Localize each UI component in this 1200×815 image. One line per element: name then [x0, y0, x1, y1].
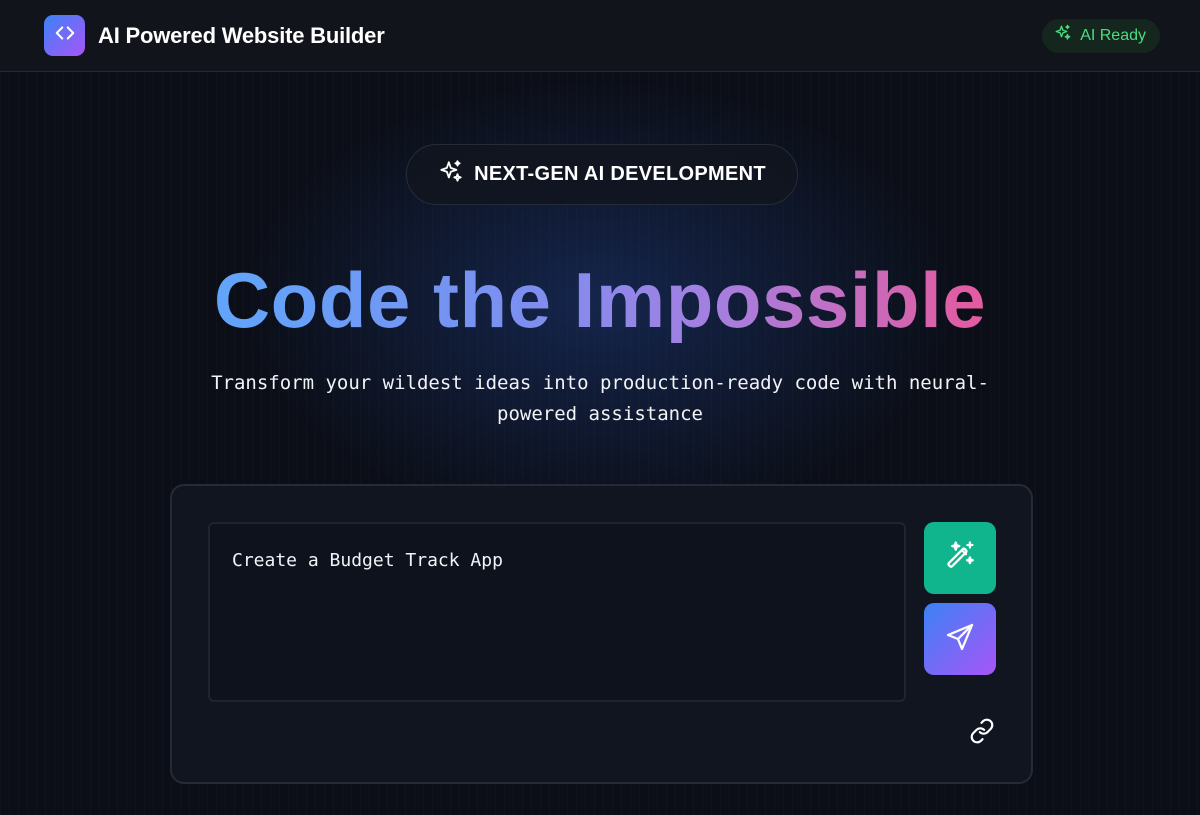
ai-ready-status-badge: AI Ready [1042, 18, 1160, 53]
enhance-prompt-button[interactable] [924, 522, 996, 594]
app-title: AI Powered Website Builder [98, 22, 385, 48]
attach-link-button[interactable] [967, 718, 997, 748]
hero-title: Code the Impossible [0, 252, 1200, 348]
magic-wand-icon [943, 539, 977, 578]
badge-label: NEXT-GEN AI DEVELOPMENT [474, 163, 766, 185]
send-button[interactable] [924, 603, 996, 675]
link-icon [969, 718, 995, 749]
prompt-input[interactable]: Create a Budget Track App [208, 522, 906, 702]
subtitle-line-1: Transform your wildest ideas into produc… [211, 372, 989, 394]
ai-ready-label: AI Ready [1080, 26, 1146, 44]
next-gen-badge: NEXT-GEN AI DEVELOPMENT [406, 144, 798, 205]
sparkles-icon [1054, 24, 1072, 47]
prompt-card: Create a Budget Track App [170, 484, 1033, 784]
send-icon [944, 621, 976, 658]
hero-subtitle: Transform your wildest ideas into produc… [190, 368, 1010, 430]
subtitle-line-2: powered assistance [497, 403, 703, 425]
sparkles-icon [438, 159, 464, 191]
app-logo[interactable] [44, 15, 85, 56]
hero-title-text: Code the Impossible [213, 256, 987, 344]
top-bar: AI Powered Website Builder AI Ready [0, 0, 1200, 72]
code-icon [54, 22, 76, 49]
